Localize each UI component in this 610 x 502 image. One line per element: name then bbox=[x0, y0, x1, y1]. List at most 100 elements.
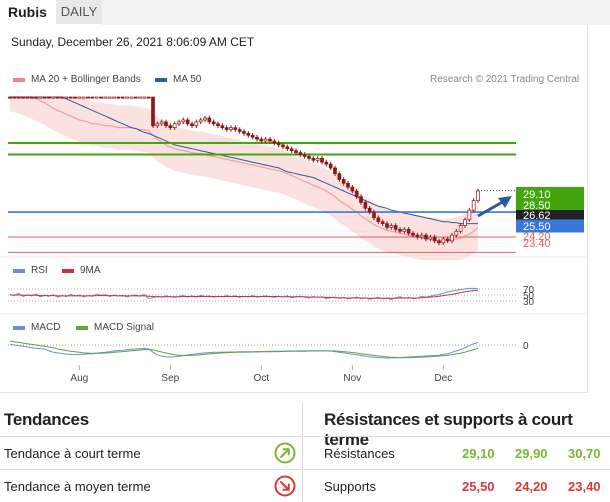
price-candle bbox=[476, 190, 480, 201]
price-candle bbox=[94, 96, 99, 99]
support-label-3: 23.40 bbox=[523, 238, 551, 250]
price-candle bbox=[385, 223, 389, 228]
price-candle bbox=[229, 127, 233, 130]
price-candle bbox=[142, 96, 147, 99]
price-chart[interactable]: 29.1028.5026.6225.5024.2023.403050700Aug… bbox=[0, 0, 610, 400]
support-2: 24,20 bbox=[515, 479, 548, 494]
price-candle bbox=[103, 96, 108, 99]
price-candle bbox=[86, 96, 90, 99]
price-candle bbox=[242, 131, 246, 134]
price-candle bbox=[471, 200, 476, 211]
price-candle bbox=[168, 125, 173, 128]
price-candle bbox=[68, 96, 73, 99]
price-candle bbox=[29, 96, 34, 99]
price-candle bbox=[233, 127, 238, 130]
price-candle bbox=[34, 96, 38, 99]
price-candle bbox=[424, 234, 428, 240]
price-candle bbox=[432, 236, 437, 242]
price-candle bbox=[289, 148, 294, 152]
price-candle bbox=[263, 138, 268, 142]
price-candle bbox=[99, 96, 103, 99]
price-candle bbox=[112, 96, 116, 99]
arrow-up-right-icon bbox=[274, 442, 296, 464]
bollinger-band bbox=[10, 97, 478, 260]
price-candle bbox=[42, 96, 47, 99]
price-candle bbox=[281, 144, 285, 148]
price-candle bbox=[129, 96, 134, 99]
price-candle bbox=[60, 96, 64, 99]
supports-label: Supports bbox=[324, 479, 377, 494]
price-candle bbox=[220, 125, 225, 128]
price-candle bbox=[324, 161, 329, 165]
price-candle bbox=[406, 229, 411, 234]
x-tick-label: Oct bbox=[254, 373, 270, 384]
price-candle bbox=[107, 96, 112, 99]
price-candle bbox=[155, 123, 160, 127]
price-candle bbox=[285, 146, 290, 150]
resistance-2: 29,90 bbox=[515, 446, 548, 461]
price-candle bbox=[302, 154, 307, 157]
supports-row: Supports 25,50 24,20 23,40 bbox=[304, 469, 610, 502]
price-candle bbox=[428, 236, 433, 240]
price-candle bbox=[25, 96, 30, 99]
price-candle bbox=[216, 123, 220, 127]
price-candle bbox=[328, 163, 333, 169]
price-candle bbox=[467, 209, 472, 221]
price-candle bbox=[224, 127, 229, 130]
resistances-row: Résistances 29,10 29,90 30,70 bbox=[304, 436, 610, 469]
price-candle bbox=[81, 96, 86, 99]
x-tick-label: Nov bbox=[343, 373, 361, 384]
price-candle bbox=[380, 221, 385, 224]
x-tick-label: Dec bbox=[434, 373, 452, 384]
price-candle bbox=[372, 211, 376, 219]
price-candle bbox=[454, 230, 459, 236]
price-candle bbox=[307, 156, 311, 159]
price-candle bbox=[268, 138, 272, 142]
price-candle bbox=[437, 240, 441, 244]
price-candle bbox=[55, 96, 60, 99]
price-candle bbox=[181, 119, 186, 123]
price-candle bbox=[415, 234, 420, 238]
price-candle bbox=[246, 133, 251, 136]
support-resistance-table: Résistances et supports à court terme Ré… bbox=[304, 403, 610, 502]
trend-row-medium: Tendance à moyen terme bbox=[0, 469, 302, 502]
price-candle bbox=[159, 121, 164, 125]
price-candle bbox=[125, 96, 129, 99]
support-1: 25,50 bbox=[462, 479, 495, 494]
trend-row-short-label: Tendance à court terme bbox=[4, 446, 141, 461]
price-candle bbox=[12, 96, 17, 99]
price-candle bbox=[211, 121, 216, 125]
summary-section: Tendances Tendance à court terme Tendanc… bbox=[0, 403, 610, 502]
price-candle bbox=[207, 117, 212, 123]
x-tick-label: Sep bbox=[161, 373, 179, 384]
resistance-1: 29,10 bbox=[462, 446, 495, 461]
price-candle bbox=[346, 182, 350, 188]
price-candle bbox=[411, 232, 415, 236]
price-candle bbox=[16, 96, 21, 99]
arrow-down-right-icon bbox=[274, 475, 296, 497]
price-candle bbox=[419, 234, 424, 238]
price-candle bbox=[441, 238, 446, 244]
price-candle bbox=[146, 96, 151, 99]
price-candle bbox=[450, 234, 454, 242]
price-candle bbox=[463, 219, 467, 226]
price-candle bbox=[393, 225, 398, 230]
price-candle bbox=[64, 96, 69, 99]
price-candle bbox=[51, 96, 56, 99]
price-candle bbox=[376, 217, 381, 223]
price-candle bbox=[90, 96, 95, 99]
price-candle bbox=[398, 229, 402, 232]
price-candle bbox=[164, 121, 168, 127]
price-candle bbox=[402, 229, 407, 232]
price-candle bbox=[38, 96, 43, 99]
price-candle bbox=[354, 190, 359, 198]
price-candle bbox=[315, 157, 320, 161]
price-candle bbox=[276, 142, 281, 146]
price-candle bbox=[120, 96, 125, 99]
price-candle bbox=[333, 167, 337, 175]
price-candle bbox=[458, 225, 463, 232]
price-candle bbox=[341, 179, 346, 184]
resistance-3: 30,70 bbox=[568, 446, 601, 461]
rsi-tick-label: 70 bbox=[523, 285, 535, 296]
trends-title: Tendances bbox=[4, 410, 89, 429]
